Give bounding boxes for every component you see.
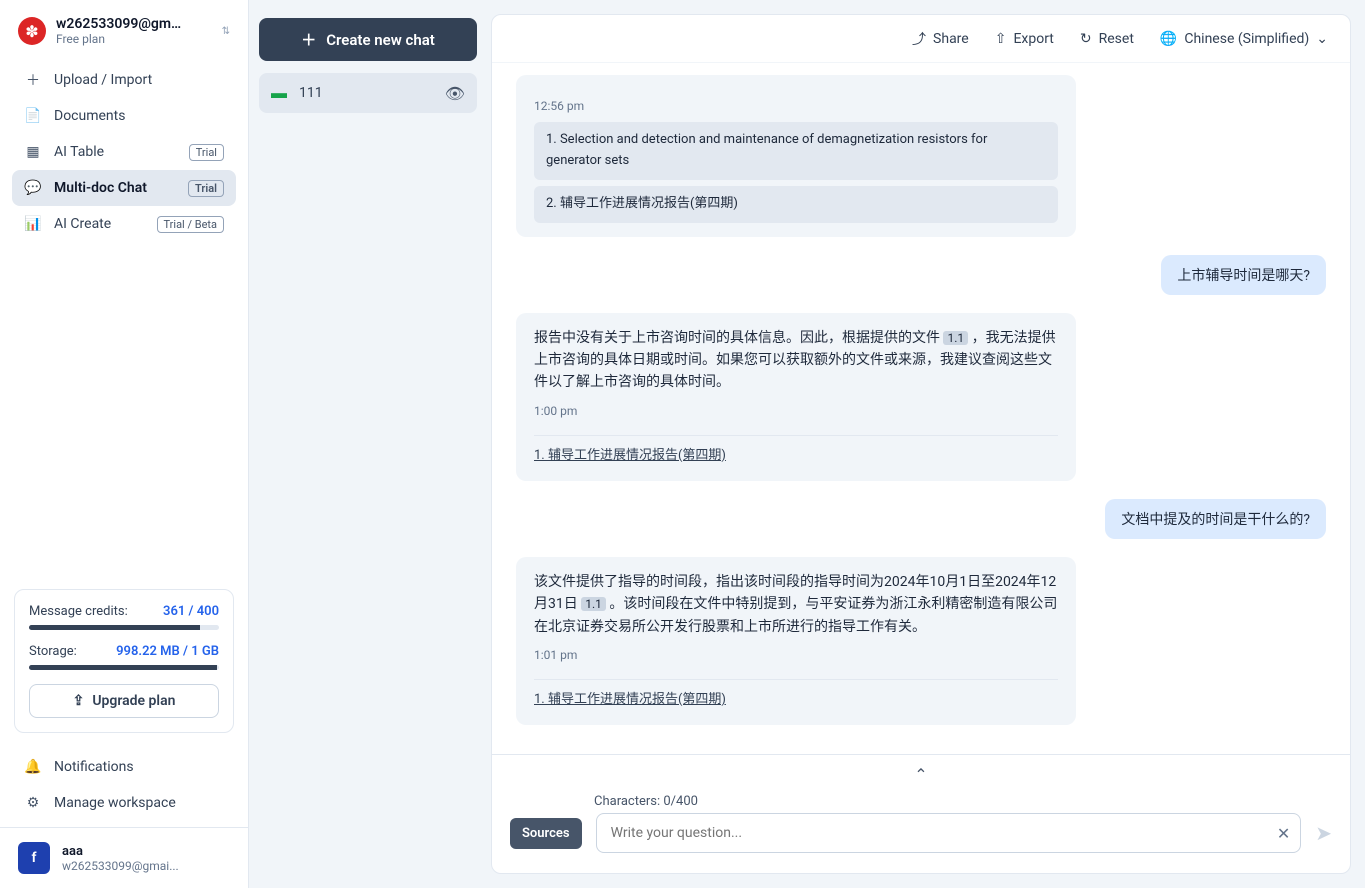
- reference-chip[interactable]: 1.1: [943, 331, 968, 345]
- nav-label: Multi-doc Chat: [54, 180, 147, 196]
- eye-icon: 👁: [445, 84, 465, 103]
- doc-list: 1. Selection and detection and maintenan…: [534, 122, 1058, 222]
- msg-time: 12:56 pm: [534, 97, 1058, 116]
- chat-icon: 💬: [24, 179, 42, 197]
- upload-icon: ＋: [24, 71, 42, 89]
- msg-time: 1:00 pm: [534, 402, 1058, 421]
- clear-input-button[interactable]: ✕: [1277, 824, 1290, 843]
- upgrade-label: Upgrade plan: [92, 693, 175, 709]
- storage-label: Storage:: [29, 644, 77, 659]
- sources-button[interactable]: Sources: [510, 818, 582, 849]
- msg-text: 。该时间段在文件中特别提到，与平安证券为浙江永利精密制造有限公司在北京证券交易所…: [534, 596, 1057, 634]
- expand-composer-button[interactable]: ⌃: [510, 761, 1332, 788]
- chevron-down-icon: ⌄: [1316, 31, 1328, 47]
- export-button[interactable]: ⇧ Export: [995, 31, 1054, 47]
- sidebar-item-notifications[interactable]: 🔔 Notifications: [12, 749, 236, 785]
- chat-title: 111: [299, 85, 433, 101]
- doc-item[interactable]: 1. Selection and detection and maintenan…: [534, 122, 1058, 180]
- nav-badge: Trial: [189, 144, 224, 161]
- topbar: ⤴ Share ⇧ Export ↻ Reset 🌐 Chinese (Simp…: [492, 15, 1350, 63]
- doc-item[interactable]: 2. 辅导工作进展情况报告(第四期): [534, 186, 1058, 223]
- ai-message: 该文件提供了指导的时间段，指出该时间段的指导时间为2024年10月1日至2024…: [516, 557, 1076, 725]
- sidebar-bottom-nav: 🔔 Notifications ⚙ Manage workspace: [0, 743, 248, 827]
- reference-chip[interactable]: 1.1: [581, 597, 606, 611]
- create-icon: 📊: [24, 215, 42, 233]
- ai-message: 12:56 pm 1. Selection and detection and m…: [516, 75, 1076, 237]
- upgrade-button[interactable]: ⇪ Upgrade plan: [29, 684, 219, 718]
- msg-time: 1:01 pm: [534, 646, 1058, 665]
- credits-value: 361 / 400: [163, 604, 219, 619]
- credits-bar: [29, 625, 219, 630]
- language-label: Chinese (Simplified): [1184, 31, 1309, 47]
- chat-list-item[interactable]: ▬ 111 👁: [259, 73, 477, 113]
- bell-icon: 🔔: [24, 758, 42, 776]
- user-avatar: f: [18, 842, 50, 874]
- chat-bubble-icon: ▬: [271, 83, 287, 103]
- export-icon: ⇧: [995, 31, 1007, 47]
- user-message: 上市辅导时间是哪天?: [1161, 255, 1326, 295]
- language-selector[interactable]: 🌐 Chinese (Simplified) ⌄: [1160, 31, 1328, 47]
- workspace-email: w262533099@gm…: [56, 16, 212, 32]
- nav-badge: Trial: [188, 180, 224, 197]
- sidebar-item-ai-table[interactable]: ▦ AI Table Trial: [12, 134, 236, 170]
- usage-card: Message credits: 361 / 400 Storage: 998.…: [14, 589, 234, 733]
- share-label: Share: [933, 31, 969, 47]
- upload-icon: ⇪: [73, 693, 85, 709]
- credits-label: Message credits:: [29, 604, 128, 619]
- sidebar-item-ai-create[interactable]: 📊 AI Create Trial / Beta: [12, 206, 236, 242]
- storage-value: 998.22 MB / 1 GB: [116, 644, 219, 659]
- chevron-updown-icon: ⇅: [222, 26, 230, 37]
- char-counter: Characters: 0/400: [594, 794, 1332, 809]
- new-chat-label: Create new chat: [326, 31, 435, 49]
- user-footer[interactable]: f aaa w262533099@gmai...: [0, 827, 248, 888]
- msg-text: 报告中没有关于上市咨询时间的具体信息。因此，根据提供的文件: [534, 330, 943, 346]
- source-link[interactable]: 1. 辅导工作进展情况报告(第四期): [534, 435, 1058, 467]
- workspace-switcher[interactable]: w262533099@gm… Free plan ⇅: [0, 0, 248, 56]
- user-name: aaa: [62, 844, 179, 859]
- workspace-plan: Free plan: [56, 32, 212, 46]
- share-icon: ⤴: [912, 29, 926, 49]
- nav-label: Manage workspace: [54, 795, 176, 811]
- app-logo-icon: [18, 17, 46, 45]
- source-link[interactable]: 1. 辅导工作进展情况报告(第四期): [534, 679, 1058, 711]
- nav-label: Documents: [54, 108, 125, 124]
- reset-button[interactable]: ↻ Reset: [1080, 31, 1134, 47]
- input-wrapper: ✕: [596, 813, 1302, 853]
- export-label: Export: [1013, 31, 1053, 47]
- reset-label: Reset: [1099, 31, 1134, 47]
- new-chat-button[interactable]: ＋ Create new chat: [259, 18, 477, 61]
- storage-bar: [29, 665, 219, 670]
- sidebar-item-multi-doc-chat[interactable]: 💬 Multi-doc Chat Trial: [12, 170, 236, 206]
- send-button[interactable]: ➤: [1315, 821, 1332, 845]
- nav-label: Upload / Import: [54, 72, 152, 88]
- gear-icon: ⚙: [24, 794, 42, 812]
- main-panel: ⤴ Share ⇧ Export ↻ Reset 🌐 Chinese (Simp…: [491, 14, 1351, 874]
- messages-area[interactable]: 12:56 pm 1. Selection and detection and m…: [492, 63, 1350, 754]
- globe-icon: 🌐: [1160, 31, 1177, 47]
- composer: ⌃ Characters: 0/400 Sources ✕ ➤: [492, 754, 1350, 873]
- sidebar-item-upload-import[interactable]: ＋ Upload / Import: [12, 62, 236, 98]
- refresh-icon: ↻: [1080, 31, 1092, 47]
- nav-label: AI Create: [54, 216, 111, 232]
- sidebar-item-documents[interactable]: 📄 Documents: [12, 98, 236, 134]
- nav-badge: Trial / Beta: [157, 216, 225, 233]
- chat-list-panel: ＋ Create new chat ▬ 111 👁: [249, 0, 487, 888]
- sidebar: w262533099@gm… Free plan ⇅ ＋ Upload / Imp…: [0, 0, 249, 888]
- sidebar-nav: ＋ Upload / Import 📄 Documents ▦ AI Table Trial…: [0, 56, 248, 248]
- table-icon: ▦: [24, 143, 42, 161]
- user-message: 文档中提及的时间是干什么的?: [1105, 499, 1326, 539]
- question-input[interactable]: [607, 814, 1277, 852]
- nav-label: AI Table: [54, 144, 104, 160]
- share-button[interactable]: ⤴ Share: [912, 29, 969, 49]
- sidebar-item-manage-workspace[interactable]: ⚙ Manage workspace: [12, 785, 236, 821]
- user-email: w262533099@gmai...: [62, 859, 179, 873]
- chevron-up-icon: ⌃: [914, 765, 927, 784]
- nav-label: Notifications: [54, 759, 134, 775]
- ai-message: 报告中没有关于上市咨询时间的具体信息。因此，根据提供的文件 1.1 ，我无法提供…: [516, 313, 1076, 481]
- plus-icon: ＋: [301, 29, 316, 50]
- docs-icon: 📄: [24, 107, 42, 125]
